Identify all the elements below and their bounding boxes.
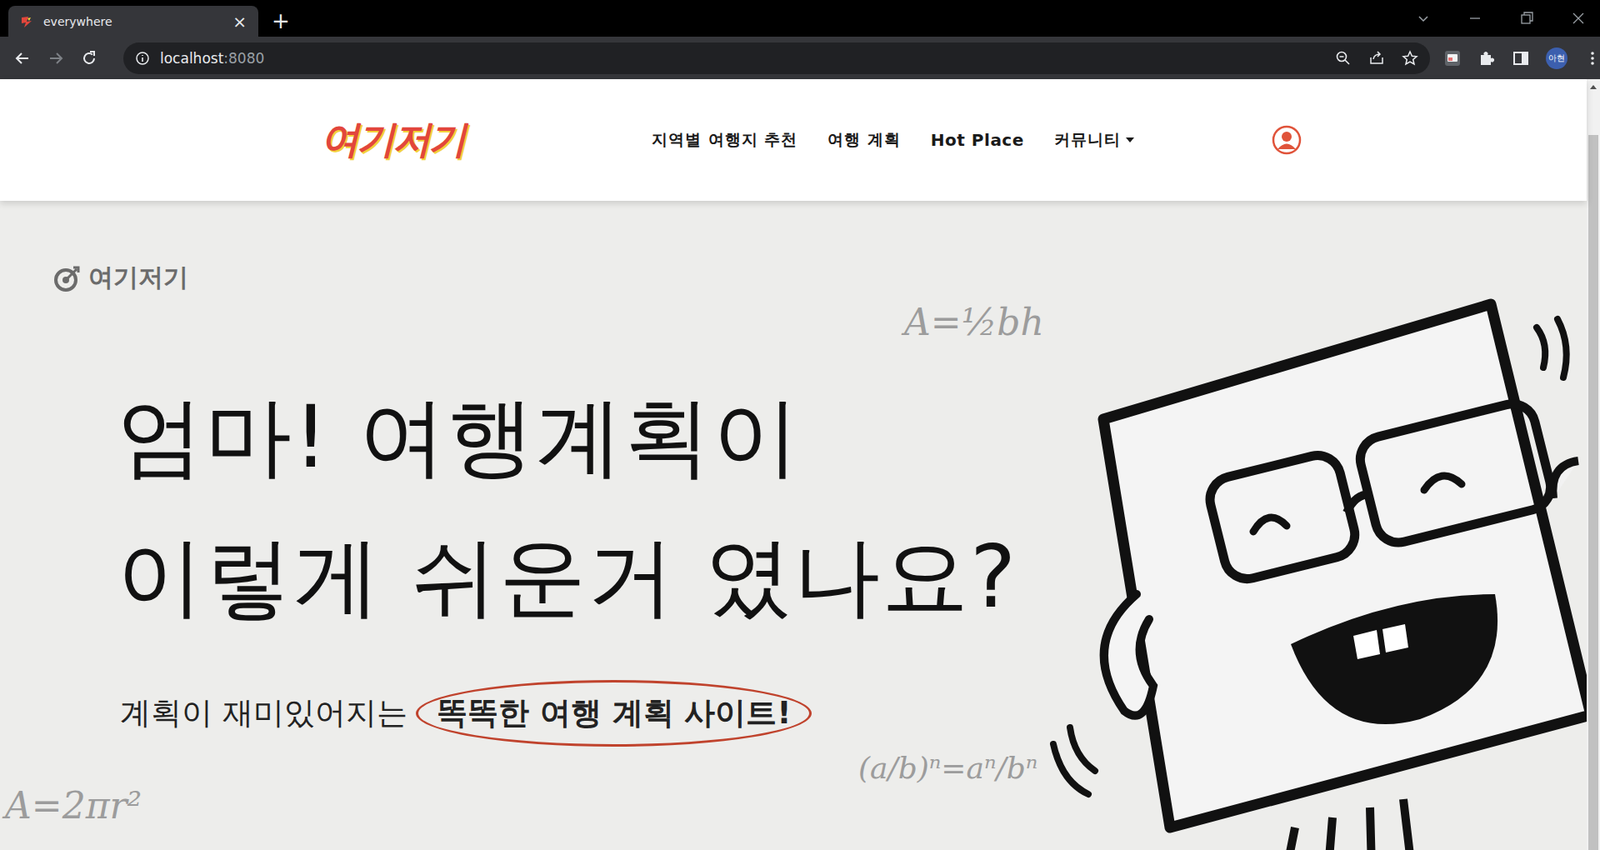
tab-close-button[interactable]: × [229,13,250,30]
tab-title: everywhere [43,15,221,29]
extension-icon[interactable] [1443,49,1462,68]
site-logo[interactable]: 여기저기 [320,114,465,166]
page-viewport: 여기저기 지역별 여행지 추천 여행 계획 Hot Place 커뮤니티 A=½… [0,79,1600,850]
forward-icon[interactable] [46,49,65,68]
extensions-puzzle-icon[interactable] [1477,49,1496,68]
scroll-track[interactable] [1586,93,1600,850]
scroll-up-arrow[interactable] [1586,79,1600,94]
profile-avatar[interactable]: 아현 [1545,47,1568,70]
restore-icon[interactable] [1518,10,1535,27]
menu-dots-icon[interactable] [1583,49,1600,68]
back-icon[interactable] [13,49,32,68]
formula-watermark: A=2πr² [5,784,142,827]
tab-bar: everywhere × + [0,0,1600,37]
arrow-up-icon [1589,83,1598,90]
zoom-out-icon[interactable] [1335,50,1352,67]
target-icon [53,264,82,293]
user-account-icon[interactable] [1271,125,1302,155]
dropdown-caret-icon [1125,137,1135,143]
url-text: localhost:8080 [160,50,265,67]
minimize-icon[interactable] [1466,10,1484,27]
tab-search-icon[interactable] [1415,10,1432,27]
scroll-thumb[interactable] [1588,135,1599,850]
site-header: 여기저기 지역별 여행지 추천 여행 계획 Hot Place 커뮤니티 [0,79,1587,201]
formula-watermark: (a/b)ⁿ=aⁿ/bⁿ [858,750,1038,785]
side-panel-icon[interactable] [1511,49,1530,68]
nav-item[interactable]: 여행 계획 [827,129,901,151]
nav-item[interactable]: 커뮤니티 [1054,129,1135,151]
hero-brand: 여기저기 [53,260,1587,295]
hero-subtitle: 계획이 재미있어지는 똑똑한 여행 계획 사이트! [120,680,1587,747]
site-info-icon[interactable] [135,50,150,66]
hero-headline: 엄마! 여행계획이이렇게 쉬운거 였나요? [116,366,1587,647]
address-bar[interactable]: localhost:8080 [123,42,1430,75]
close-window-icon[interactable] [1570,10,1587,27]
page-scrollbar[interactable] [1586,79,1600,850]
bookmark-star-icon[interactable] [1401,50,1419,67]
formula-watermark: A=½bh [904,300,1045,344]
toolbar: localhost:8080 아현 [0,36,1600,80]
reload-icon[interactable] [80,49,99,68]
share-icon[interactable] [1368,50,1385,67]
site-favicon-icon [20,14,35,30]
mascot-illustration [1045,294,1587,850]
nav-item[interactable]: Hot Place [930,130,1025,150]
browser-tab[interactable]: everywhere × [8,5,259,37]
browser-window: everywhere × + localhost:8080 아현 여기저기 지역… [0,0,1600,850]
main-nav: 지역별 여행지 추천 여행 계획 Hot Place 커뮤니티 [651,129,1135,151]
hero-highlight: 똑똑한 여행 계획 사이트! [415,680,813,747]
hero-banner: A=½bh (a/b)ⁿ=aⁿ/bⁿ A=2πr² 여기저기 엄마! 여행계획이이렇… [0,200,1587,850]
web-page: 여기저기 지역별 여행지 추천 여행 계획 Hot Place 커뮤니티 A=½… [0,79,1587,850]
new-tab-button[interactable]: + [271,10,290,32]
nav-item[interactable]: 지역별 여행지 추천 [651,129,798,151]
